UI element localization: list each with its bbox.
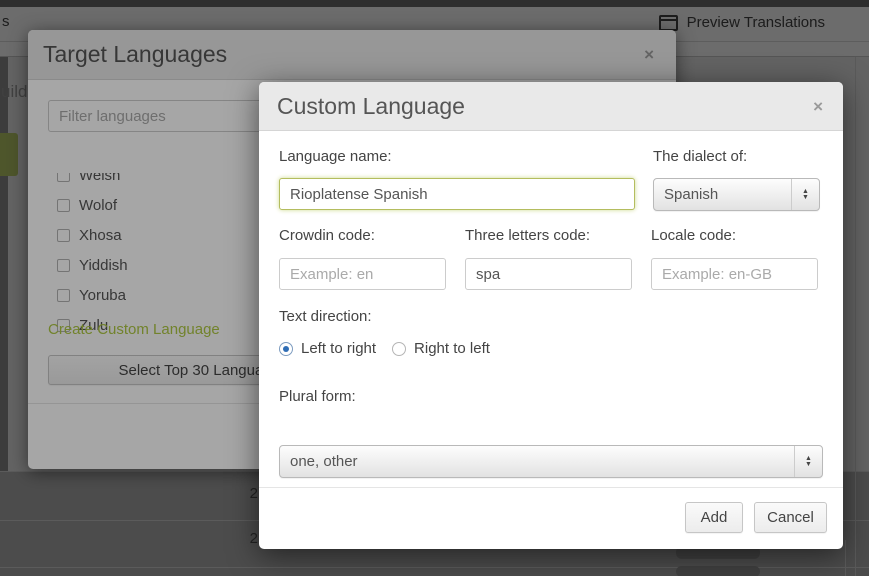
radio-rtl-label: Right to left xyxy=(414,340,490,357)
plural-form-select[interactable]: one, other ▲▼ xyxy=(279,445,823,478)
custom-modal-title: Custom Language xyxy=(277,93,465,120)
select-arrows-icon: ▲▼ xyxy=(794,446,822,477)
cancel-button[interactable]: Cancel xyxy=(754,502,827,533)
radio-option-ltr[interactable]: Left to right xyxy=(279,340,376,357)
three-letters-code-input[interactable] xyxy=(465,258,632,290)
text-direction-label: Text direction: xyxy=(279,308,372,325)
crowdin-code-input[interactable] xyxy=(279,258,446,290)
custom-modal-header: Custom Language × xyxy=(259,82,843,131)
crowdin-code-label: Crowdin code: xyxy=(279,227,375,244)
locale-code-label: Locale code: xyxy=(651,227,736,244)
radio-unselected-icon[interactable] xyxy=(392,342,406,356)
radio-option-rtl[interactable]: Right to left xyxy=(392,340,490,357)
text-direction-options: Left to right Right to left xyxy=(279,340,490,357)
close-icon[interactable]: × xyxy=(813,98,823,115)
radio-dot xyxy=(283,346,289,352)
plural-form-value: one, other xyxy=(290,453,358,470)
plural-form-label: Plural form: xyxy=(279,388,356,405)
dialect-select-value: Spanish xyxy=(664,186,718,203)
language-name-input[interactable] xyxy=(279,178,635,210)
three-letters-code-label: Three letters code: xyxy=(465,227,590,244)
add-button-label: Add xyxy=(701,509,728,526)
custom-language-modal: Custom Language × Language name: The dia… xyxy=(259,82,843,549)
radio-ltr-label: Left to right xyxy=(301,340,376,357)
cancel-button-label: Cancel xyxy=(767,509,814,526)
dialect-select[interactable]: Spanish ▲▼ xyxy=(653,178,820,211)
add-button[interactable]: Add xyxy=(685,502,743,533)
dialect-label: The dialect of: xyxy=(653,148,747,165)
footer-divider xyxy=(259,487,843,488)
select-arrows-icon: ▲▼ xyxy=(791,179,819,210)
screen: s Preview Translations uild 2 2 Target L… xyxy=(0,0,869,576)
language-name-label: Language name: xyxy=(279,148,392,165)
radio-selected-icon[interactable] xyxy=(279,342,293,356)
locale-code-input[interactable] xyxy=(651,258,818,290)
